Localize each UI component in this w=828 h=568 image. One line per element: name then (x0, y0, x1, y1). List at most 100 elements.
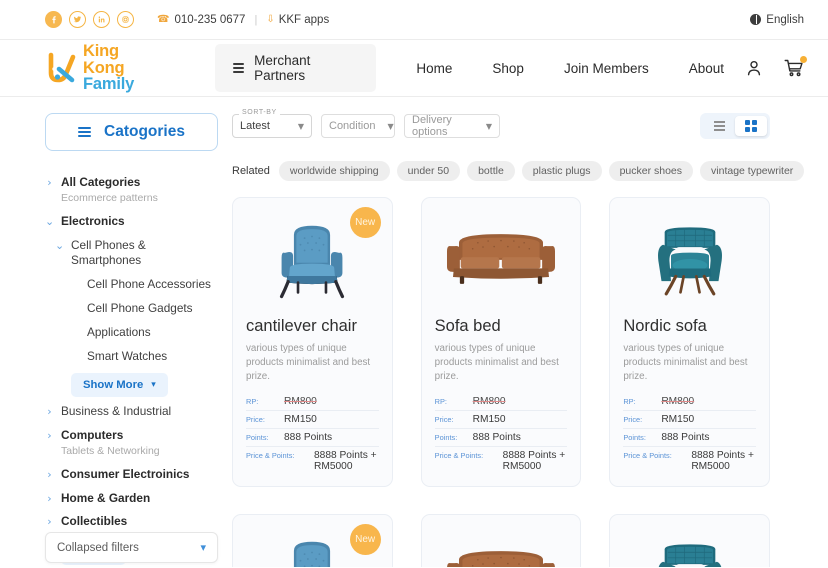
collapsed-filters-dropdown[interactable]: Collapsed filters ▾ (45, 532, 218, 563)
product-card[interactable] (420, 513, 582, 567)
product-card[interactable]: New (232, 513, 393, 567)
product-image-wrap (623, 211, 756, 307)
product-spec-key: Price & Points: (623, 450, 672, 460)
linkedin-icon[interactable] (93, 11, 110, 28)
product-spec-value: RM800 (284, 395, 317, 407)
product-spec-row: RP: RM800 (434, 393, 568, 411)
related-tag[interactable]: plastic plugs (521, 161, 602, 181)
category-list-secondary: › Business & Industrial › Computers Tablets … (45, 400, 218, 534)
language-label: English (766, 13, 804, 26)
product-spec-key: Points: (623, 432, 646, 442)
show-more-button[interactable]: Show More ▾ (71, 373, 168, 398)
social-links (45, 11, 134, 28)
sidebar-item-cell-phone-accessories[interactable]: ›Cell Phone Accessories (45, 273, 218, 297)
category-list: › All Categories Ecommerce patterns ⌄ Electr… (45, 171, 218, 369)
related-tag[interactable]: worldwide shipping (278, 161, 390, 181)
chevron-down-icon: ▾ (151, 380, 156, 391)
view-mode-toggle (700, 113, 770, 139)
nav-item-home[interactable]: Home (396, 61, 472, 76)
product-title: cantilever chair (246, 317, 357, 335)
product-spec-value: 8888 Points + RM5000 (502, 449, 566, 472)
facebook-icon[interactable] (45, 11, 62, 28)
nav-item-shop[interactable]: Shop (472, 61, 544, 76)
nav-item-join-members[interactable]: Join Members (544, 61, 669, 76)
grid-view-icon (745, 120, 757, 132)
product-card[interactable]: Sofa bed various types of unique products… (420, 197, 582, 487)
account-button[interactable] (744, 58, 764, 78)
sidebar-item-label: Computers (61, 427, 124, 442)
categories-header[interactable]: Catogories (45, 113, 218, 151)
phone-icon: ☎ (157, 14, 170, 25)
list-icon (233, 63, 245, 73)
show-more-label: Show More (83, 379, 144, 392)
product-card[interactable] (609, 513, 770, 567)
categories-title: Catogories (104, 123, 185, 140)
product-spec-table: RP: RM800 Price: RM150 Points: 888 Points Pric… (434, 393, 568, 475)
sidebar-item-label: Smart Watches (87, 349, 168, 364)
condition-select[interactable]: Condition ▼ (321, 114, 395, 138)
delivery-options-select[interactable]: Delivery options ▼ (404, 114, 500, 138)
product-image-wrap: New (246, 523, 381, 567)
related-tag[interactable]: under 50 (396, 161, 461, 181)
chevron-right-icon: › (47, 405, 52, 419)
related-tag[interactable]: pucker shoes (608, 161, 694, 181)
kkf-apps-link[interactable]: ⇩ KKF apps (266, 14, 329, 26)
sidebar-item-label: Consumer Electroinics (61, 466, 190, 481)
nav-merchant-partners[interactable]: Merchant Partners (215, 44, 377, 92)
instagram-icon[interactable] (117, 11, 134, 28)
product-spec-row: RP: RM800 (623, 393, 756, 411)
utility-bar: ☎ 010-235 0677 | ⇩ KKF apps English (0, 0, 828, 40)
logo-line2: Family (83, 75, 135, 94)
teal-chair-image (658, 543, 722, 567)
new-badge: New (349, 207, 381, 238)
product-image-wrap (435, 528, 568, 567)
nav-item-about[interactable]: About (669, 61, 744, 76)
sidebar-item-home-garden[interactable]: › Home & Garden (45, 487, 218, 511)
product-description: various types of unique products minimal… (434, 343, 559, 383)
chevron-right-icon: › (47, 467, 52, 481)
cart-button[interactable] (784, 56, 807, 78)
product-card[interactable]: New cantilever chair various types of uniq… (232, 197, 393, 487)
sidebar-item-label: All Categories (61, 175, 141, 189)
sidebar-item-electronics[interactable]: ⌄ Electronics (45, 210, 218, 234)
product-spec-row: Price & Points: 8888 Points + RM5000 (246, 447, 379, 475)
phone-number[interactable]: ☎ 010-235 0677 (157, 14, 245, 26)
product-spec-key: Price & Points: (434, 450, 484, 460)
product-description: various types of unique products minimal… (246, 343, 371, 383)
blue-armchair-image (294, 541, 331, 567)
product-spec-key: RP: (246, 396, 259, 406)
product-spec-row: Points: 888 Points (623, 429, 756, 447)
sidebar-item-business-industrial[interactable]: › Business & Industrial (45, 400, 218, 424)
sidebar-item-computers[interactable]: › Computers Tablets & Networking (45, 424, 218, 463)
product-grid: New cantilever chair various types of uniq… (232, 197, 770, 567)
sidebar-item-label: Cell Phone Accessories (87, 277, 211, 292)
sidebar-item-collectibles[interactable]: › Collectibles (45, 510, 218, 534)
related-tag[interactable]: bottle (467, 161, 515, 181)
sidebar-item-all-categories[interactable]: › All Categories Ecommerce patterns (45, 171, 218, 210)
logo-mark-icon (48, 52, 76, 83)
sidebar-item-smart-watches[interactable]: ›Smart Watches (45, 345, 218, 369)
product-spec-table: RP: RM800 Price: RM150 Points: 888 Points Pric… (246, 393, 379, 475)
language-selector[interactable]: English (750, 14, 804, 26)
product-spec-value: 888 Points (661, 431, 710, 443)
chevron-right-icon: › (47, 515, 52, 529)
globe-icon (750, 14, 762, 25)
cart-badge (800, 56, 807, 63)
product-card[interactable]: Nordic sofa various types of unique produ… (609, 197, 770, 487)
sidebar-item-applications[interactable]: ›Applications (45, 321, 218, 345)
product-image-wrap (435, 211, 568, 307)
sidebar-item-sublabel: Tablets & Networking (61, 444, 160, 457)
twitter-icon[interactable] (69, 11, 86, 28)
collapsed-filters-label: Collapsed filters (57, 541, 139, 554)
filter-toolbar: SORT-BY Latest ▼ Condition ▼ Delivery op… (232, 109, 770, 139)
grid-view-button[interactable] (735, 116, 767, 136)
sidebar-item-consumer-electroinics[interactable]: › Consumer Electroinics (45, 463, 218, 487)
sort-by-select[interactable]: SORT-BY Latest ▼ (232, 109, 312, 138)
site-logo[interactable]: King Kong Family (48, 42, 163, 94)
sidebar-item-cell-phones-smartphones[interactable]: ⌄ Cell Phones & Smartphones (45, 234, 218, 274)
list-view-button[interactable] (703, 116, 735, 136)
chevron-down-icon: ▼ (387, 121, 394, 131)
sidebar-item-cell-phone-gadgets[interactable]: ›Cell Phone Gadgets (45, 297, 218, 321)
kkf-apps-label: KKF apps (278, 13, 330, 26)
related-tag[interactable]: vintage typewriter (700, 161, 805, 181)
